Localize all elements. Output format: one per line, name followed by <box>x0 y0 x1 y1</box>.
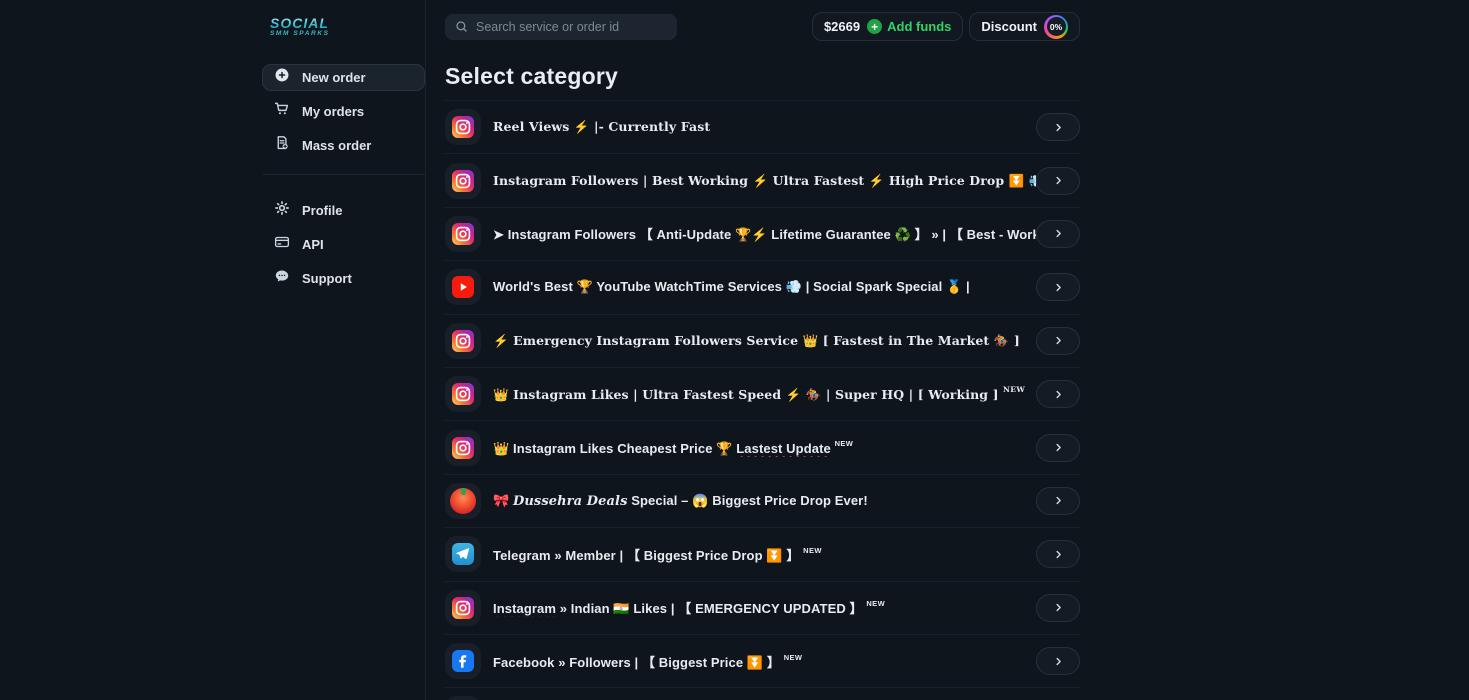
discount-badge: 0% <box>1044 15 1068 39</box>
plus-icon: + <box>867 19 882 34</box>
chevron-right-button[interactable] <box>1036 220 1080 248</box>
search-box[interactable] <box>445 14 677 40</box>
category-row[interactable]: 👑 Instagram Likes | Ultra Fastest Speed … <box>445 368 1080 421</box>
credit-card-icon <box>273 233 291 256</box>
sidebar-nav: New order My orders Mass order Profile <box>262 64 425 299</box>
discount-pill[interactable]: Discount 0% <box>969 12 1080 41</box>
dussehra-icon <box>445 483 481 519</box>
sidebar-item-label: Support <box>302 271 352 286</box>
telegram-icon <box>445 536 481 572</box>
chevron-right-button[interactable] <box>1036 594 1080 622</box>
instagram-icon <box>445 376 481 412</box>
instagram-icon <box>445 163 481 199</box>
facebook-icon <box>445 643 481 679</box>
search-input[interactable] <box>476 20 668 34</box>
chat-icon <box>273 267 291 290</box>
chevron-right-button[interactable] <box>1036 540 1080 568</box>
add-funds-label: Add funds <box>887 19 951 34</box>
category-label: ⚡ Emergency Instagram Followers Service … <box>493 333 1036 349</box>
cart-icon <box>273 100 291 123</box>
discount-value: 0% <box>1047 17 1066 36</box>
category-label: Facebook » Followers | 【 Biggest Price ⏬… <box>493 652 1036 671</box>
category-row[interactable]: 👑 Instagram Likes Cheapest Price 🏆 Laste… <box>445 421 1080 474</box>
sidebar-item-label: My orders <box>302 104 364 119</box>
main-content: $2669 + Add funds Discount 0% Select cat… <box>445 0 1080 700</box>
gear-icon <box>273 199 291 222</box>
sidebar-item-label: API <box>302 237 324 252</box>
category-row[interactable]: Reel Views ⚡ |- Currently Fast <box>445 101 1080 154</box>
category-row[interactable]: Instagram Followers | Best Working ⚡ Ult… <box>445 154 1080 207</box>
instagram-icon <box>445 430 481 466</box>
chevron-right-button[interactable] <box>1036 113 1080 141</box>
instagram-icon <box>445 216 481 252</box>
page-title: Select category <box>445 63 1080 90</box>
add-funds-button[interactable]: + Add funds <box>867 19 951 34</box>
chevron-right-button[interactable] <box>1036 327 1080 355</box>
category-label: 🎀 Dussehra Deals Special – 😱 Biggest Pri… <box>493 493 1036 509</box>
topbar: $2669 + Add funds Discount 0% <box>445 12 1080 41</box>
category-row[interactable]: Instagram » Indian 🇮🇳 Likes | 【 EMERGENC… <box>445 582 1080 635</box>
category-row[interactable]: ➤ Instagram Followers 【 Anti-Update 🏆⚡ L… <box>445 208 1080 261</box>
chevron-right-button[interactable] <box>1036 434 1080 462</box>
discount-label: Discount <box>981 19 1037 34</box>
sidebar-vertical-divider <box>425 0 426 700</box>
youtube-icon <box>445 269 481 305</box>
sidebar: SOCIAL SMM SPARKS New order My orders Ma… <box>262 0 425 299</box>
category-row[interactable] <box>445 688 1080 700</box>
sidebar-item-support[interactable]: Support <box>262 265 425 292</box>
balance-amount: $2669 <box>824 19 860 34</box>
category-row[interactable]: ⚡ Emergency Instagram Followers Service … <box>445 315 1080 368</box>
category-label: Instagram » Indian 🇮🇳 Likes | 【 EMERGENC… <box>493 598 1036 617</box>
generic-icon <box>445 696 481 700</box>
instagram-icon <box>445 590 481 626</box>
category-label: Reel Views ⚡ |- Currently Fast <box>493 119 1036 135</box>
category-label: ➤ Instagram Followers 【 Anti-Update 🏆⚡ L… <box>493 224 1036 243</box>
chevron-right-button[interactable] <box>1036 487 1080 515</box>
category-list: Reel Views ⚡ |- Currently Fast Instagram … <box>445 100 1080 700</box>
category-label: World's Best 🏆 YouTube WatchTime Service… <box>493 279 1036 295</box>
file-plus-icon <box>273 134 291 157</box>
category-label: Instagram Followers | Best Working ⚡ Ult… <box>493 173 1036 189</box>
category-row[interactable]: Facebook » Followers | 【 Biggest Price ⏬… <box>445 635 1080 688</box>
category-row[interactable]: Telegram » Member | 【 Biggest Price Drop… <box>445 528 1080 581</box>
plus-circle-icon <box>273 66 291 89</box>
chevron-right-button[interactable] <box>1036 647 1080 675</box>
chevron-right-button[interactable] <box>1036 273 1080 301</box>
category-label: Telegram » Member | 【 Biggest Price Drop… <box>493 545 1036 564</box>
sidebar-item-new-order[interactable]: New order <box>262 64 425 91</box>
sidebar-item-label: New order <box>302 70 366 85</box>
sidebar-item-my-orders[interactable]: My orders <box>262 98 425 125</box>
sidebar-item-label: Profile <box>302 203 342 218</box>
chevron-right-button[interactable] <box>1036 167 1080 195</box>
topbar-pills: $2669 + Add funds Discount 0% <box>812 12 1080 41</box>
search-icon <box>454 19 469 34</box>
sidebar-item-profile[interactable]: Profile <box>262 197 425 224</box>
brand-logo[interactable]: SOCIAL SMM SPARKS <box>270 16 425 38</box>
instagram-icon <box>445 109 481 145</box>
sidebar-item-mass-order[interactable]: Mass order <box>262 132 425 159</box>
sidebar-item-label: Mass order <box>302 138 371 153</box>
category-label: 👑 Instagram Likes | Ultra Fastest Speed … <box>493 385 1036 403</box>
category-label: 👑 Instagram Likes Cheapest Price 🏆 Laste… <box>493 439 1036 457</box>
category-row[interactable]: 🎀 Dussehra Deals Special – 😱 Biggest Pri… <box>445 475 1080 528</box>
sidebar-item-api[interactable]: API <box>262 231 425 258</box>
brand-subtitle: SMM SPARKS <box>270 31 425 38</box>
chevron-right-button[interactable] <box>1036 380 1080 408</box>
brand-name: SOCIAL <box>270 16 425 30</box>
sidebar-divider <box>262 174 425 175</box>
category-row[interactable]: World's Best 🏆 YouTube WatchTime Service… <box>445 261 1080 314</box>
instagram-icon <box>445 323 481 359</box>
balance-pill[interactable]: $2669 + Add funds <box>812 12 963 41</box>
